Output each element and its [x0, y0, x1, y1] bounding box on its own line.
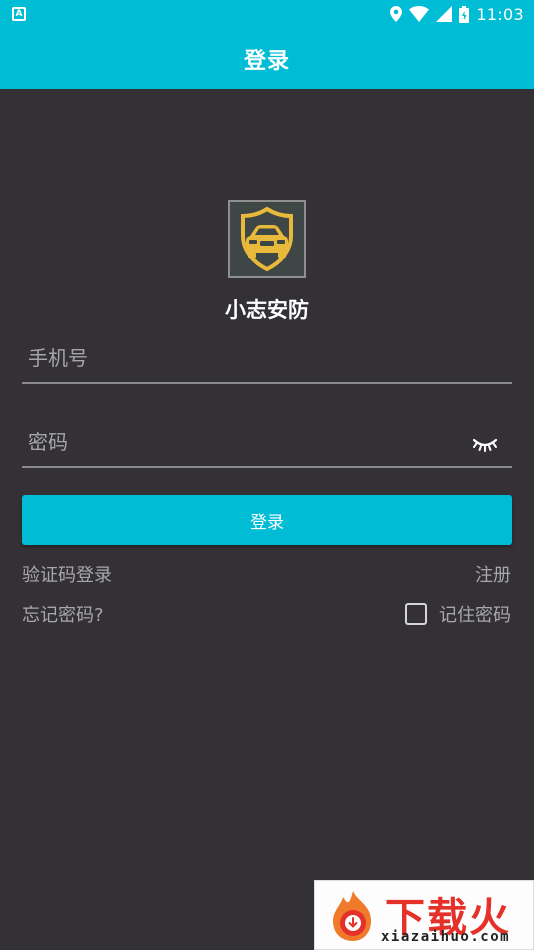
watermark-url: xiazaihuo.com — [381, 929, 511, 945]
signal-icon — [436, 6, 453, 22]
location-icon — [390, 6, 403, 22]
app-bar: 登录 — [0, 28, 534, 89]
app-notification-icon: A — [12, 7, 26, 21]
battery-icon — [459, 5, 470, 23]
car-shield-logo-icon — [241, 206, 293, 272]
remember-label[interactable]: 记住密码 — [439, 601, 511, 627]
app-name: 小志安防 — [225, 298, 309, 322]
remember-password[interactable]: 记住密码 — [405, 601, 511, 627]
eye-closed-icon[interactable] — [472, 436, 498, 458]
password-field[interactable] — [22, 418, 512, 468]
flame-logo-icon — [327, 889, 379, 947]
forgot-password-link[interactable]: 忘记密码? — [22, 601, 104, 627]
login-button[interactable]: 登录 — [22, 495, 512, 545]
watermark: 下载火 xiazaihuo.com — [314, 880, 534, 950]
status-time: 11:03 — [476, 4, 524, 24]
phone-field[interactable] — [22, 334, 512, 384]
code-login-link[interactable]: 验证码登录 — [22, 561, 112, 587]
register-link[interactable]: 注册 — [475, 561, 511, 587]
status-bar: A 11:03 — [0, 0, 534, 28]
page-title: 登录 — [243, 48, 290, 74]
wifi-icon — [409, 6, 430, 22]
password-input[interactable] — [22, 418, 512, 466]
remember-checkbox[interactable] — [405, 603, 427, 625]
app-logo — [228, 200, 306, 278]
phone-input[interactable] — [22, 334, 512, 382]
